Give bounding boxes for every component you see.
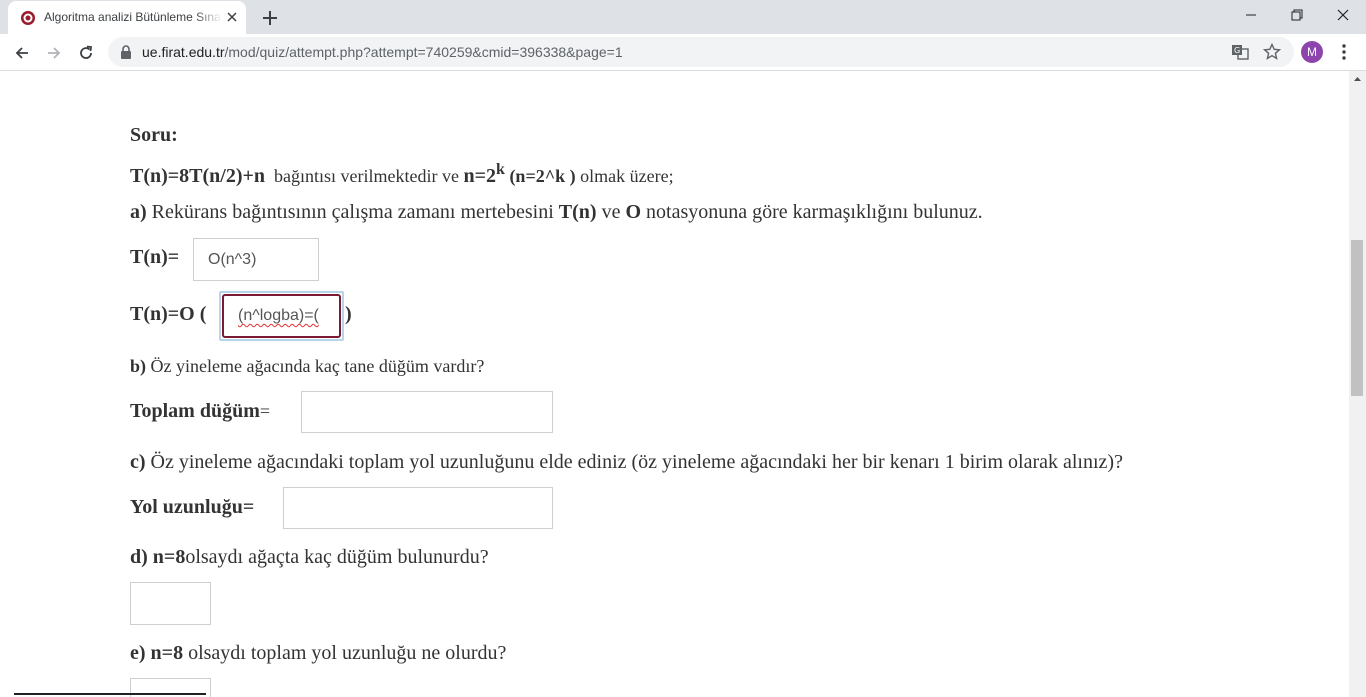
reload-icon — [80, 45, 93, 59]
url-text: ue.firat.edu.tr/mod/quiz/attempt.php?att… — [142, 44, 623, 60]
question-d-text: d) n=8olsaydı ağaçta kaç düğüm bulunurdu… — [130, 546, 489, 568]
path-length-input[interactable] — [283, 487, 553, 529]
new-tab-icon[interactable] — [258, 6, 282, 30]
scrollbar-thumb[interactable] — [1351, 240, 1363, 396]
total-nodes-input[interactable] — [301, 391, 553, 433]
path-length-label: Yol uzunluğu= — [130, 496, 255, 518]
forward-button[interactable] — [40, 39, 68, 67]
lock-icon — [121, 45, 131, 59]
translate-icon[interactable]: G — [1231, 43, 1249, 61]
tn-answer-input[interactable]: O(n^3) — [193, 238, 319, 281]
bookmark-star-icon[interactable] — [1263, 43, 1281, 61]
back-arrow-icon — [15, 47, 28, 59]
forward-arrow-icon — [48, 47, 61, 59]
svg-text:G: G — [1234, 46, 1240, 55]
question-intro: T(n)=8T(n/2)+n bağıntısı verilmektedir v… — [130, 161, 674, 187]
big-o-answer-input[interactable]: (n^logba)=( — [222, 294, 341, 338]
tab-title: Algoritma analizi Bütünleme Sınavı — [44, 10, 222, 24]
minimize-icon — [1246, 14, 1256, 16]
status-bar-edge — [14, 693, 206, 695]
browser-toolbar: ue.firat.edu.tr/mod/quiz/attempt.php?att… — [0, 34, 1366, 71]
question-heading: Soru: — [130, 124, 178, 146]
url-path: /mod/quiz/attempt.php?attempt=740259&cmi… — [224, 44, 623, 60]
close-window-icon — [1337, 9, 1349, 21]
quiz-content: Soru: T(n)=8T(n/2)+n bağıntısı verilmekt… — [0, 71, 1349, 697]
back-button[interactable] — [8, 39, 36, 67]
more-menu-icon[interactable] — [1334, 42, 1354, 62]
site-favicon-icon — [21, 11, 35, 25]
url-host: ue.firat.edu.tr — [142, 44, 225, 60]
restore-button[interactable] — [1274, 0, 1320, 30]
restore-icon — [1291, 9, 1303, 21]
page-scrollbar[interactable] — [1349, 71, 1366, 697]
question-c-text: c) Öz yineleme ağacındaki toplam yol uzu… — [130, 451, 1123, 473]
to-label: T(n)=O ( — [130, 303, 207, 325]
reload-button[interactable] — [72, 39, 100, 67]
profile-avatar[interactable]: M — [1301, 41, 1323, 63]
browser-tab[interactable]: Algoritma analizi Bütünleme Sınavı — [8, 1, 246, 34]
question-a-text: a) Rekürans bağıntısının çalışma zamanı … — [130, 201, 983, 223]
tab-strip: Algoritma analizi Bütünleme Sınavı — [0, 0, 1366, 34]
n8-nodes-input[interactable] — [130, 582, 211, 625]
total-nodes-label: Toplam düğüm= — [130, 400, 271, 422]
question-e-text: e) n=8 olsaydı toplam yol uzunluğu ne ol… — [130, 642, 507, 664]
minimize-button[interactable] — [1228, 0, 1274, 30]
tn-label: T(n)= — [130, 246, 180, 268]
to-close-paren: ) — [345, 303, 352, 325]
close-window-button[interactable] — [1320, 0, 1366, 30]
big-o-answer-text: (n^logba)=( — [238, 307, 319, 324]
question-b-text: b) Öz yineleme ağacında kaç tane düğüm v… — [130, 356, 485, 376]
address-bar[interactable]: ue.firat.edu.tr/mod/quiz/attempt.php?att… — [108, 37, 1294, 67]
scroll-up-arrow-icon[interactable] — [1349, 71, 1366, 88]
close-tab-icon[interactable] — [224, 9, 240, 25]
